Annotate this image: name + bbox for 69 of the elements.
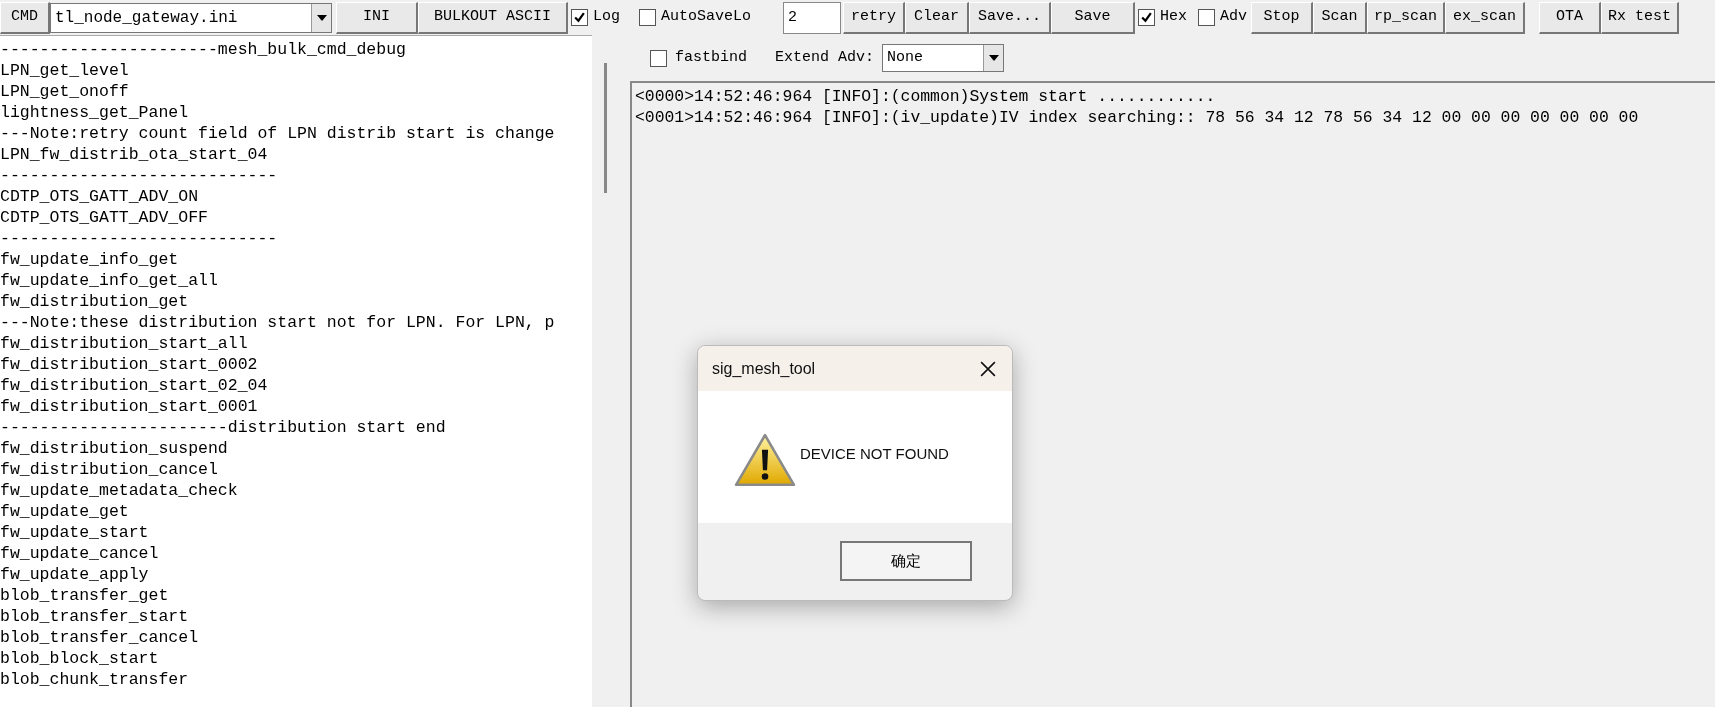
extend-adv-dropdown[interactable]: None <box>882 44 1005 72</box>
ok-button[interactable]: 确定 <box>840 541 972 581</box>
dialog-message: DEVICE NOT FOUND <box>800 444 949 464</box>
command-item[interactable]: CDTP_OTS_GATT_ADV_ON <box>0 186 592 207</box>
command-item[interactable]: ---Note:retry count field of LPN distrib start is change <box>0 123 592 144</box>
toolbar-button[interactable]: INI <box>336 1 418 34</box>
retry-count-field[interactable]: 2 <box>783 1 841 34</box>
checkbox[interactable] <box>639 9 656 26</box>
command-item[interactable]: LPN_fw_distrib_ota_start_04 <box>0 144 592 165</box>
toolbar-button[interactable]: Rx test <box>1601 1 1679 34</box>
caret-icon <box>988 55 999 61</box>
toolbar-button[interactable]: OTA <box>1539 1 1601 34</box>
checkbox[interactable] <box>1138 9 1155 26</box>
checkbox-label: Adv <box>1220 7 1247 28</box>
command-item[interactable]: fw_update_apply <box>0 564 592 585</box>
command-item[interactable]: fw_update_start <box>0 522 592 543</box>
command-item[interactable]: -----------------------distribution start end <box>0 417 592 438</box>
scrollbar-thumb[interactable] <box>603 63 607 193</box>
command-item[interactable]: blob_chunk_transfer <box>0 669 592 690</box>
command-item[interactable]: lightness_get_Panel <box>0 102 592 123</box>
command-item[interactable]: ---Note:these distribution start not for LPN. For LPN, p <box>0 312 592 333</box>
dialog-title: sig_mesh_tool <box>712 358 816 379</box>
command-item[interactable]: fw_update_info_get_all <box>0 270 592 291</box>
command-item[interactable]: fw_update_metadata_check <box>0 480 592 501</box>
toolbar-button[interactable]: Stop <box>1251 1 1313 34</box>
command-item[interactable]: fw_distribution_start_02_04 <box>0 375 592 396</box>
toolbar-button[interactable]: rp_scan <box>1367 1 1445 34</box>
toolbar-button[interactable]: BULKOUT ASCII <box>418 1 568 34</box>
command-item[interactable]: blob_transfer_start <box>0 606 592 627</box>
extend-adv-label: Extend Adv: <box>775 47 875 68</box>
command-item[interactable]: fw_distribution_get <box>0 291 592 312</box>
dropdown-arrow-button[interactable] <box>311 3 331 32</box>
warning-icon <box>734 433 796 487</box>
command-item[interactable]: fw_update_info_get <box>0 249 592 270</box>
toolbar-button[interactable]: Clear <box>905 1 969 34</box>
checkbox[interactable] <box>650 49 667 67</box>
checkbox[interactable] <box>571 9 588 26</box>
command-item[interactable]: LPN_get_level <box>0 60 592 81</box>
checkbox[interactable] <box>1198 9 1215 26</box>
command-item[interactable]: blob_block_start <box>0 648 592 669</box>
checkbox-label: AutoSaveLo <box>661 7 751 28</box>
command-item[interactable]: CDTP_OTS_GATT_ADV_OFF <box>0 207 592 228</box>
toolbar-button[interactable]: ex_scan <box>1445 1 1525 34</box>
command-item[interactable]: fw_distribution_start_all <box>0 333 592 354</box>
dropdown-arrow-button[interactable] <box>983 45 1004 71</box>
toolbar-button[interactable]: Save... <box>969 1 1051 34</box>
command-item[interactable]: fw_distribution_start_0002 <box>0 354 592 375</box>
log-line: <0001>14:52:46:964 [INFO]:(iv_update)IV index searching:: 78 56 34 12 78 56 34 12 00 00 00 00 00 00 00 <box>635 107 1640 128</box>
toolbar-button[interactable]: CMD <box>0 1 50 34</box>
toolbar-button[interactable]: Save <box>1051 1 1135 34</box>
command-item[interactable]: fw_distribution_start_0001 <box>0 396 592 417</box>
command-item[interactable]: ----------------------mesh_bulk_cmd_debug <box>0 39 592 60</box>
ini-dropdown[interactable]: tl_node_gateway.ini <box>50 2 332 33</box>
command-item[interactable]: ---------------------------- <box>0 165 592 186</box>
log-line: <0000>14:52:46:964 [INFO]:(common)System start ............ <box>635 86 1217 107</box>
command-item[interactable]: fw_distribution_suspend <box>0 438 592 459</box>
checkbox-label: Log <box>593 7 620 28</box>
command-item[interactable]: fw_update_get <box>0 501 592 522</box>
command-item[interactable]: blob_transfer_get <box>0 585 592 606</box>
command-item[interactable]: ---------------------------- <box>0 228 592 249</box>
command-item[interactable]: fw_update_cancel <box>0 543 592 564</box>
checkbox-label: fastbind <box>675 47 747 68</box>
command-item[interactable]: blob_transfer_cancel <box>0 627 592 648</box>
checkbox-label: Hex <box>1160 7 1187 28</box>
command-item[interactable]: fw_distribution_cancel <box>0 459 592 480</box>
toolbar-button[interactable]: Scan <box>1313 1 1367 34</box>
caret-icon <box>316 14 327 21</box>
command-item[interactable]: LPN_get_onoff <box>0 81 592 102</box>
toolbar-button[interactable]: retry <box>843 1 905 34</box>
